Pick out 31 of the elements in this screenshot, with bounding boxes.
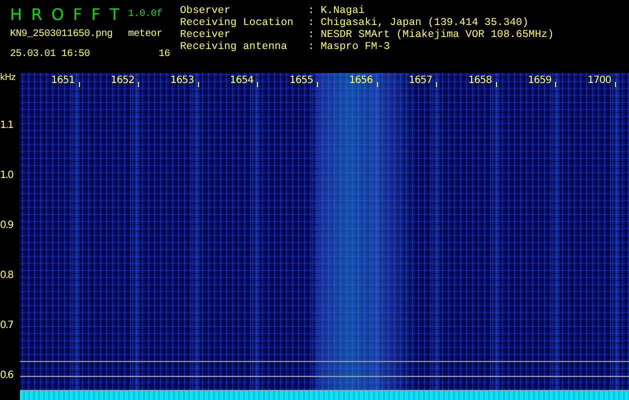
info-value: : NESDR SMArt (Miakejima VOR 108.65MHz) [308,29,554,41]
y-axis-label: 1.0 [0,170,13,180]
info-value: : Maspro FM-3 [308,41,391,53]
info-label: Receiving antenna [180,41,288,53]
axis-unit: kHz [0,73,16,85]
x-axis-label: 1654 [230,75,254,86]
version-label: 1.0.0f [128,8,164,20]
x-axis-label: 1658 [468,75,492,86]
x-axis-label: 1652 [110,75,134,86]
y-axis-label: 0.7 [0,320,13,330]
app-title: H R O F F T [10,4,122,24]
info-value: : K.Nagai [308,5,366,17]
x-axis-label: 1657 [408,75,432,86]
info-label: Receiving Location [180,17,294,29]
count-value: 16 [158,48,171,60]
y-axis-label: 0.8 [0,270,13,280]
info-label: Receiver [180,29,232,41]
x-axis-label: 1659 [528,75,552,86]
x-axis-label: 1655 [290,75,313,86]
timestamp: 25.03.01 16:50 [10,48,91,60]
y-axis-label: 0.6 [0,370,13,380]
info-label: Observer [180,5,232,17]
x-axis-label: 1656 [349,75,373,86]
info-value: : Chigasaki, Japan (139.414 35.340) [308,17,530,29]
y-axis-label: 0.9 [0,220,13,230]
x-axis-label: 1651 [51,75,75,86]
file-name: KN9_2503011650.png [10,28,114,40]
mode-label: meteor [128,28,164,40]
x-axis-label: 1700 [587,75,611,86]
y-axis-label: 1.1 [0,120,13,130]
x-axis-label: 1653 [170,75,194,86]
